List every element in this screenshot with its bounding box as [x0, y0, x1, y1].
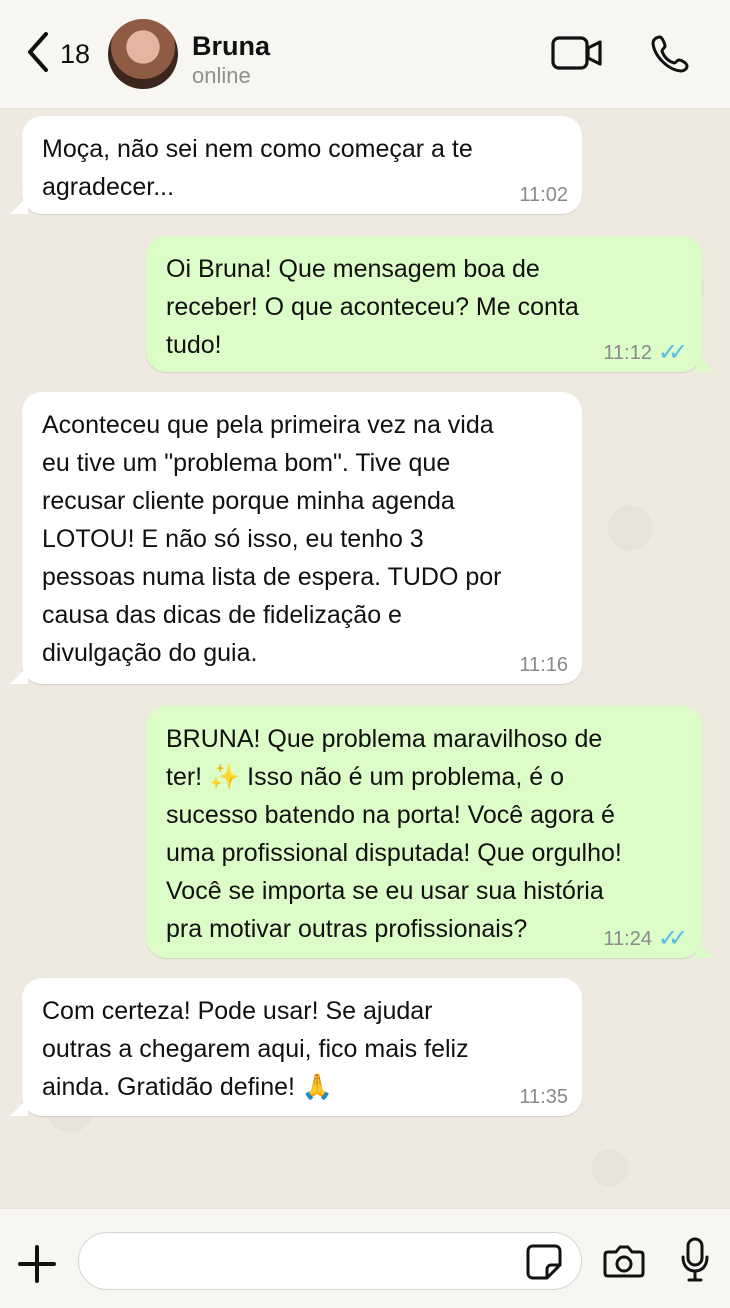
video-camera-icon: [550, 34, 604, 77]
add-attachment-button[interactable]: [14, 1241, 60, 1287]
double-check-icon: ✓✓: [658, 339, 688, 366]
composer-bar: [0, 1208, 730, 1308]
message-meta: 11:24 ✓✓: [603, 925, 688, 952]
plus-icon: [14, 1245, 60, 1291]
back-button[interactable]: 18: [24, 30, 104, 78]
voice-call-button[interactable]: [647, 30, 695, 80]
message-time: 11:35: [519, 1086, 568, 1108]
sticker-button[interactable]: [525, 1243, 563, 1281]
contact-name: Bruna: [192, 31, 271, 61]
message-meta: 11:02: [519, 184, 568, 206]
message-input-wrapper: [78, 1232, 582, 1290]
message-meta: 11:35: [519, 1086, 568, 1108]
message-text: Aconteceu que pela primeira vez na vida …: [42, 411, 502, 667]
message-text: Com certeza! Pode usar! Se ajudar outras…: [42, 997, 469, 1101]
contact-info[interactable]: Bruna online: [192, 30, 270, 90]
message-text: BRUNA! Que problema maravilhoso de ter! …: [166, 725, 622, 943]
message-input[interactable]: [101, 1247, 525, 1277]
chat-header: 18 Bruna online: [0, 0, 730, 109]
incoming-message[interactable]: Moça, não sei nem como começar a te agra…: [22, 116, 582, 214]
message-time: 11:02: [519, 184, 568, 206]
phone-icon: [650, 32, 692, 79]
outgoing-message[interactable]: BRUNA! Que problema maravilhoso de ter! …: [146, 706, 702, 958]
chevron-left-icon: [24, 30, 52, 79]
avatar[interactable]: [108, 19, 178, 89]
message-time: 11:12: [603, 342, 652, 364]
sticker-icon: [525, 1244, 563, 1285]
unread-count: 18: [60, 38, 91, 69]
message-time: 11:24: [603, 928, 652, 950]
contact-status: online: [192, 63, 251, 88]
outgoing-message[interactable]: Oi Bruna! Que mensagem boa de receber! O…: [146, 236, 702, 372]
video-call-button[interactable]: [548, 30, 606, 80]
voice-message-button[interactable]: [678, 1235, 712, 1285]
camera-button[interactable]: [602, 1239, 646, 1283]
incoming-message[interactable]: Aconteceu que pela primeira vez na vida …: [22, 392, 582, 684]
microphone-icon: [678, 1237, 712, 1289]
double-check-icon: ✓✓: [658, 925, 688, 952]
chat-app: 18 Bruna online Moça, não sei nem como c…: [0, 0, 730, 1308]
message-meta: 11:16: [519, 654, 568, 676]
incoming-message[interactable]: Com certeza! Pode usar! Se ajudar outras…: [22, 978, 582, 1116]
message-meta: 11:12 ✓✓: [603, 339, 688, 366]
camera-icon: [602, 1245, 646, 1287]
message-text: Moça, não sei nem como começar a te agra…: [42, 135, 473, 201]
message-time: 11:16: [519, 654, 568, 676]
